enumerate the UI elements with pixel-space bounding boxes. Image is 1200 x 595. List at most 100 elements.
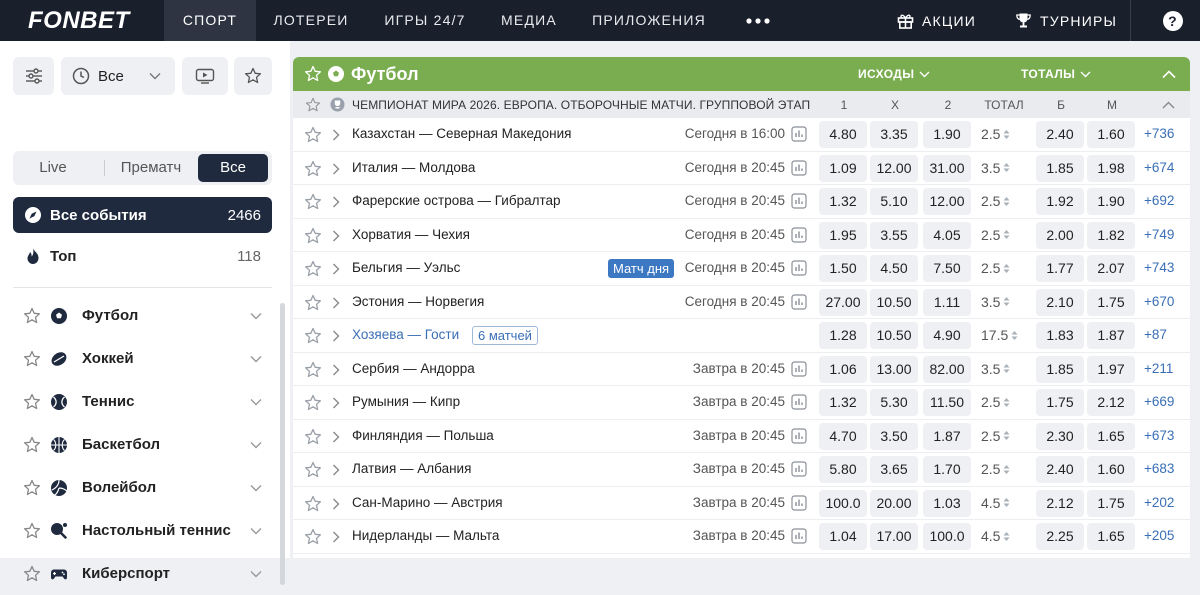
odd-under-button[interactable]: 1.65 bbox=[1087, 523, 1135, 550]
odd-under-button[interactable]: 1.82 bbox=[1087, 221, 1135, 249]
odd-over-button[interactable]: 1.92 bbox=[1036, 188, 1084, 215]
event-name[interactable]: Хозяева — Гости bbox=[352, 327, 459, 342]
chevron-right-icon[interactable] bbox=[332, 263, 340, 275]
segment-all[interactable]: Все bbox=[198, 154, 268, 182]
odd-o2-button[interactable]: 1.11 bbox=[923, 288, 971, 316]
total-selector[interactable]: 3.5 bbox=[981, 294, 1010, 310]
odd-x-button[interactable]: 5.30 bbox=[870, 389, 918, 416]
odd-o1-button[interactable]: 1.09 bbox=[819, 154, 867, 182]
event-row[interactable]: Нидерланды — Мальта Завтра в 20:45 1.04 17.… bbox=[293, 520, 1190, 554]
more-markets-link[interactable]: +670 bbox=[1144, 294, 1174, 309]
sidebar-item-sport[interactable]: Теннис bbox=[13, 380, 272, 423]
event-name[interactable]: Сан-Марино — Австрия bbox=[352, 495, 503, 510]
statistics-icon[interactable] bbox=[791, 461, 807, 477]
total-selector[interactable]: 2.5 bbox=[981, 227, 1010, 243]
event-name[interactable]: Латвия — Албания bbox=[352, 461, 471, 476]
odd-o2-button[interactable]: 1.90 bbox=[923, 121, 971, 148]
chevron-right-icon[interactable] bbox=[332, 330, 340, 342]
favorites-button[interactable] bbox=[234, 57, 272, 95]
total-selector[interactable]: 4.5 bbox=[981, 528, 1010, 544]
odd-under-button[interactable]: 1.75 bbox=[1087, 288, 1135, 316]
total-selector[interactable]: 3.5 bbox=[981, 160, 1010, 176]
statistics-icon[interactable] bbox=[791, 226, 807, 243]
video-button[interactable] bbox=[182, 57, 228, 95]
odd-x-button[interactable]: 13.00 bbox=[870, 355, 918, 383]
odd-under-button[interactable]: 2.07 bbox=[1087, 255, 1135, 282]
star-icon[interactable] bbox=[304, 227, 322, 245]
all-events-item[interactable]: Все события 2466 bbox=[13, 197, 272, 233]
nav-lotteries[interactable]: ЛОТЕРЕИ bbox=[266, 0, 356, 41]
event-row[interactable]: Италия — Молдова Сегодня в 20:45 1.09 12.00… bbox=[293, 152, 1190, 185]
total-selector[interactable]: 2.5 bbox=[981, 193, 1010, 209]
statistics-icon[interactable] bbox=[791, 260, 807, 276]
event-row[interactable]: Латвия — Албания Завтра в 20:45 5.80 3.65 1.… bbox=[293, 453, 1190, 487]
odd-o2-button[interactable]: 7.50 bbox=[923, 255, 971, 282]
more-markets-link[interactable]: +669 bbox=[1144, 394, 1174, 409]
odd-o1-button[interactable]: 1.28 bbox=[819, 322, 867, 349]
odd-o2-button[interactable]: 4.05 bbox=[923, 221, 971, 249]
top-events-item[interactable]: Топ 118 bbox=[13, 239, 272, 273]
odd-over-button[interactable]: 2.10 bbox=[1036, 288, 1084, 316]
nav-media[interactable]: МЕДИА bbox=[494, 0, 564, 41]
odd-o2-button[interactable]: 1.03 bbox=[923, 489, 971, 517]
event-name[interactable]: Румыния — Кипр bbox=[352, 394, 460, 409]
star-icon[interactable] bbox=[23, 350, 41, 368]
odd-over-button[interactable]: 1.77 bbox=[1036, 255, 1084, 282]
odd-x-button[interactable]: 17.00 bbox=[870, 523, 918, 550]
odd-o1-button[interactable]: 4.70 bbox=[819, 422, 867, 450]
chevron-right-icon[interactable] bbox=[332, 431, 340, 443]
chevron-right-icon[interactable] bbox=[332, 163, 340, 175]
tournaments-link[interactable]: ТУРНИРЫ bbox=[1015, 0, 1117, 41]
sidebar-item-sport[interactable]: Киберспорт bbox=[13, 552, 272, 595]
event-name[interactable]: Хорватия — Чехия bbox=[352, 227, 470, 242]
more-markets-link[interactable]: +673 bbox=[1144, 428, 1174, 443]
total-selector[interactable]: 2.5 bbox=[981, 126, 1010, 142]
odd-under-button[interactable]: 1.87 bbox=[1087, 322, 1135, 349]
star-icon[interactable] bbox=[23, 436, 41, 454]
event-row[interactable]: Бельгия — Уэльс Матч дня Сегодня в 20:45 1.… bbox=[293, 252, 1190, 286]
chevron-right-icon[interactable] bbox=[332, 364, 340, 376]
more-markets-link[interactable]: +749 bbox=[1144, 227, 1174, 242]
event-row[interactable]: Румыния — Кипр Завтра в 20:45 1.32 5.30 11.5… bbox=[293, 386, 1190, 420]
fonbet-logo[interactable]: FONBET bbox=[28, 7, 130, 35]
odd-x-button[interactable]: 10.50 bbox=[870, 322, 918, 349]
odd-o2-button[interactable]: 11.50 bbox=[923, 389, 971, 416]
odd-over-button[interactable]: 2.40 bbox=[1036, 121, 1084, 148]
event-name[interactable]: Сербия — Андорра bbox=[352, 361, 475, 376]
nav-sport[interactable]: СПОРТ bbox=[164, 0, 256, 41]
more-markets-link[interactable]: +743 bbox=[1144, 260, 1174, 275]
chevron-right-icon[interactable] bbox=[332, 129, 340, 141]
event-name[interactable]: Финляндия — Польша bbox=[352, 428, 494, 443]
matches-count-badge[interactable]: 6 матчей bbox=[472, 326, 538, 345]
event-name[interactable]: Италия — Молдова bbox=[352, 160, 475, 175]
statistics-icon[interactable] bbox=[791, 126, 807, 142]
sidebar-item-sport[interactable]: Настольный теннис bbox=[13, 509, 272, 552]
statistics-icon[interactable] bbox=[791, 394, 807, 410]
chevron-right-icon[interactable] bbox=[332, 464, 340, 476]
odd-x-button[interactable]: 4.50 bbox=[870, 255, 918, 282]
chevron-right-icon[interactable] bbox=[332, 498, 340, 510]
totals-toggle[interactable]: ТОТАЛЫ bbox=[1021, 67, 1091, 81]
odd-under-button[interactable]: 1.60 bbox=[1087, 456, 1135, 483]
odd-o2-button[interactable]: 1.70 bbox=[923, 456, 971, 483]
more-markets-link[interactable]: +683 bbox=[1144, 461, 1174, 476]
star-icon[interactable] bbox=[304, 428, 322, 446]
segment-live[interactable]: Live bbox=[13, 151, 93, 185]
event-row[interactable]: Казахстан — Северная Македония Сегодня в … bbox=[293, 118, 1190, 152]
odd-o2-button[interactable]: 4.90 bbox=[923, 322, 971, 349]
total-selector[interactable]: 2.5 bbox=[981, 260, 1010, 276]
event-name[interactable]: Эстония — Норвегия bbox=[352, 294, 484, 309]
chevron-right-icon[interactable] bbox=[332, 196, 340, 208]
odd-over-button[interactable]: 2.40 bbox=[1036, 456, 1084, 483]
odd-over-button[interactable]: 1.85 bbox=[1036, 355, 1084, 383]
odd-x-button[interactable]: 12.00 bbox=[870, 154, 918, 182]
sidebar-item-sport[interactable]: Волейбол bbox=[13, 466, 272, 509]
odd-x-button[interactable]: 3.55 bbox=[870, 221, 918, 249]
odd-o1-button[interactable]: 1.04 bbox=[819, 523, 867, 550]
star-icon[interactable] bbox=[304, 160, 322, 178]
odd-x-button[interactable]: 5.10 bbox=[870, 188, 918, 215]
chevron-up-icon[interactable] bbox=[1162, 101, 1175, 109]
event-name[interactable]: Бельгия — Уэльс bbox=[352, 260, 460, 275]
star-icon[interactable] bbox=[23, 479, 41, 497]
odd-under-button[interactable]: 2.12 bbox=[1087, 389, 1135, 416]
